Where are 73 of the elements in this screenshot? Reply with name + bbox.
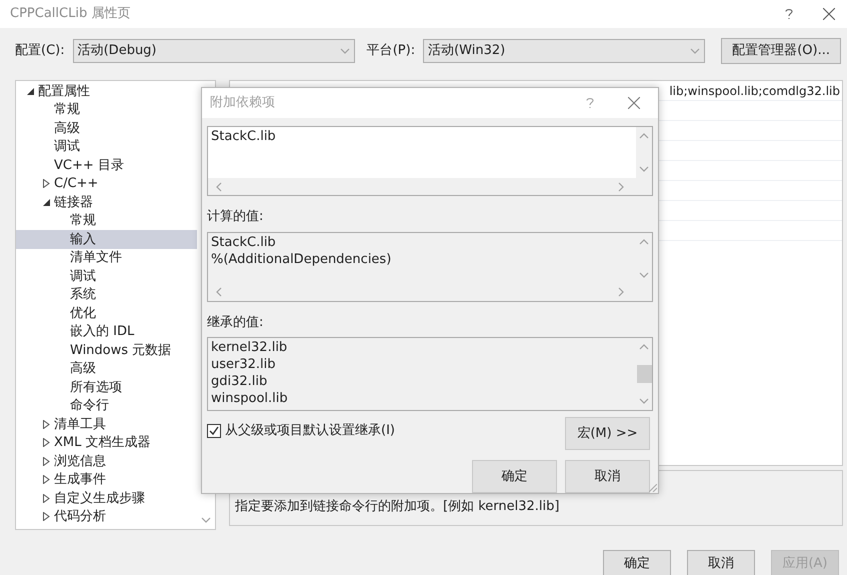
scroll-right-icon[interactable] xyxy=(616,287,626,297)
macro-button[interactable]: 宏(M) >> xyxy=(565,417,650,450)
scroll-left-icon[interactable] xyxy=(214,287,224,297)
resize-grip-icon[interactable] xyxy=(649,484,657,492)
config-label: 配置(C): xyxy=(15,42,65,60)
close-icon[interactable] xyxy=(628,97,640,109)
tree-item[interactable]: 调试 xyxy=(16,138,197,156)
config-manager-button[interactable]: 配置管理器(O)... xyxy=(721,38,842,64)
tree-item[interactable]: 自定义生成步骤 xyxy=(16,489,197,508)
scroll-up-icon[interactable] xyxy=(639,236,649,246)
tree-item[interactable]: 清单文件 xyxy=(16,248,197,267)
collapsed-triangle-icon[interactable] xyxy=(42,179,50,188)
tree-item[interactable]: 命令行 xyxy=(16,396,197,415)
text-line: user32.lib xyxy=(211,356,276,373)
tree-item[interactable]: VC++ 目录 xyxy=(16,156,197,174)
ok-button[interactable]: 确定 xyxy=(472,460,557,493)
tree-item[interactable]: 优化 xyxy=(16,304,197,322)
check-icon xyxy=(209,426,219,436)
dialog-title: 附加依赖项 xyxy=(210,94,275,112)
text-line: StackC.lib xyxy=(211,234,276,250)
tree-item[interactable]: 链接器 xyxy=(16,193,197,212)
text-line: gdi32.lib xyxy=(211,373,268,390)
expanded-triangle-icon[interactable] xyxy=(26,88,34,95)
tree-item[interactable]: 代码分析 xyxy=(16,508,197,526)
computed-values-box[interactable]: StackC.lib %(AdditionalDependencies) xyxy=(207,232,653,302)
inherited-values-box[interactable]: kernel32.lib user32.lib gdi32.lib winspool.lib xyxy=(207,337,653,411)
tree-item[interactable]: 常规 xyxy=(16,212,197,230)
description-text: 指定要添加到链接命令行的附加项。[例如 kernel32.lib] xyxy=(235,499,560,514)
scroll-down-icon[interactable] xyxy=(639,396,649,406)
text-line: StackC.lib xyxy=(211,128,276,145)
scroll-right-icon[interactable] xyxy=(616,182,626,192)
scroll-up-icon[interactable] xyxy=(639,131,649,141)
tree-item[interactable]: 配置属性 xyxy=(16,82,197,100)
scrollbar-thumb[interactable] xyxy=(636,365,652,383)
scroll-down-icon[interactable] xyxy=(639,164,649,174)
scroll-down-icon[interactable] xyxy=(201,515,211,525)
dialog-button[interactable]: 取消 xyxy=(687,550,755,575)
tree-item[interactable]: XML 文档生成器 xyxy=(16,434,197,452)
window-title: CPPCallCLib 属性页 xyxy=(10,5,130,24)
text-line: kernel32.lib xyxy=(211,339,288,356)
dropdown-caret-icon[interactable] xyxy=(690,46,700,56)
dependencies-input[interactable]: StackC.lib xyxy=(207,126,653,196)
tree-item[interactable]: 高级 xyxy=(16,119,197,138)
text-line: %(AdditionalDependencies) xyxy=(211,250,392,268)
tree-item[interactable]: 生成事件 xyxy=(16,470,197,489)
tree-item[interactable]: C/C++ xyxy=(16,174,197,193)
tree-item[interactable]: 输入 xyxy=(16,230,197,248)
tree-item[interactable]: 调试 xyxy=(16,267,197,286)
tree-item[interactable]: 清单工具 xyxy=(16,415,197,434)
property-value[interactable]: lib;winspool.lib;comdlg32.lib xyxy=(669,82,840,100)
inherited-label: 继承的值: xyxy=(207,314,264,332)
expanded-triangle-icon[interactable] xyxy=(42,198,50,206)
inherit-checkbox[interactable]: 从父级或项目默认设置继承(I) xyxy=(207,421,395,440)
scroll-down-icon[interactable] xyxy=(639,270,649,280)
dropdown-caret-icon[interactable] xyxy=(340,46,350,56)
config-dropdown[interactable]: 活动(Debug) xyxy=(72,39,355,63)
tree-item[interactable]: 所有选项 xyxy=(16,378,197,396)
scroll-left-icon[interactable] xyxy=(214,182,224,192)
close-icon[interactable] xyxy=(823,8,835,20)
tree-item[interactable]: Windows 元数据 xyxy=(16,341,197,360)
computed-label: 计算的值: xyxy=(207,208,264,226)
cancel-button[interactable]: 取消 xyxy=(565,460,650,493)
tree-item[interactable]: 嵌入的 IDL xyxy=(16,322,197,341)
tree-item[interactable]: 系统 xyxy=(16,286,197,304)
platform-dropdown[interactable]: 活动(Win32) xyxy=(423,39,706,63)
tree-item[interactable]: 常规 xyxy=(16,100,197,119)
scroll-up-icon[interactable] xyxy=(639,342,649,352)
tree-item[interactable]: 浏览信息 xyxy=(16,452,197,470)
dialog-button[interactable]: 确定 xyxy=(603,550,671,575)
help-icon[interactable] xyxy=(785,8,793,20)
tree-item[interactable]: 高级 xyxy=(16,360,197,378)
text-line: winspool.lib xyxy=(211,390,288,407)
platform-label: 平台(P): xyxy=(366,42,416,60)
